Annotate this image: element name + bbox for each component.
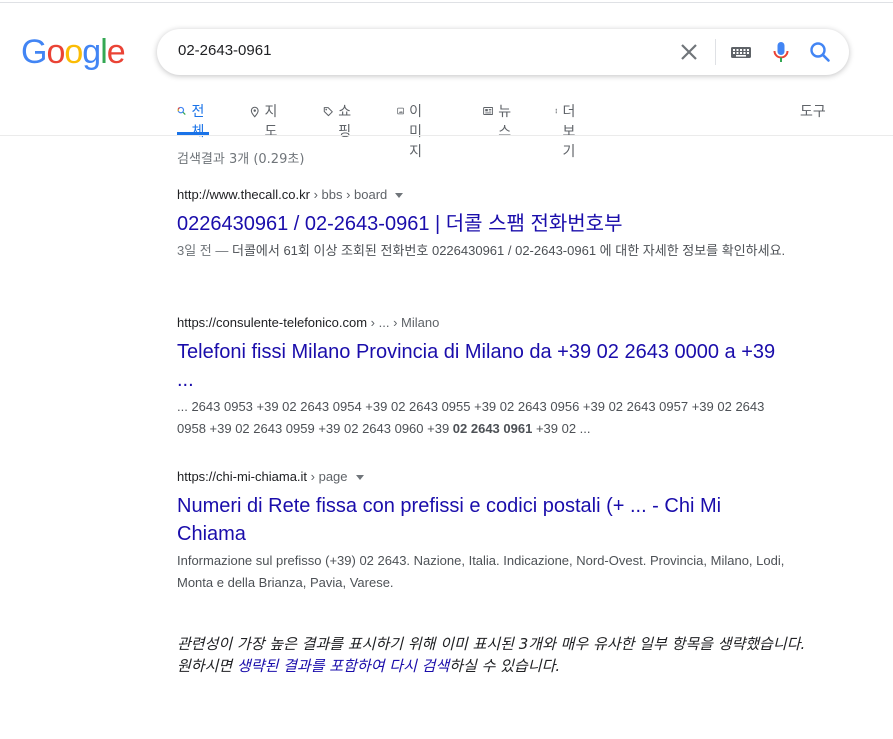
image-icon — [397, 107, 404, 115]
tools-button[interactable]: 도구 — [800, 101, 826, 121]
result-snippet-highlight: 02 2643 0961 — [452, 421, 533, 436]
result-domain: https://chi-mi-chiama.it — [177, 469, 308, 484]
omitted-line-1: 관련성이 가장 높은 결과를 표시하기 위해 이미 표시된 3개와 매우 유사한… — [177, 635, 806, 653]
search-input[interactable]: 02-2643-0961 — [178, 42, 271, 59]
tab-label: 이미지 — [409, 104, 423, 160]
more-vert-icon — [555, 108, 557, 114]
result-snippet: Informazione sul prefisso (+39) 02 2643.… — [177, 553, 785, 590]
tag-icon — [323, 107, 333, 117]
logo-letter: e — [106, 33, 126, 71]
omitted-text: 하실 수 있습니다. — [449, 657, 561, 675]
result-breadcrumb: › bbs › board — [309, 187, 388, 202]
result-snippet: 3일 전 — 더콜에서 61회 이상 조회된 전화번호 0226430961 /… — [177, 240, 787, 262]
search-icon — [177, 106, 186, 115]
microphone-icon[interactable] — [769, 39, 793, 65]
result-domain: http://www.thecall.co.kr — [177, 187, 310, 202]
omitted-results-notice: 관련성이 가장 높은 결과를 표시하기 위해 이미 표시된 3개와 매우 유사한… — [177, 633, 837, 677]
tabs-divider — [0, 135, 893, 136]
result-cite[interactable]: https://consulente-telefonico.com › ... … — [177, 314, 787, 332]
keyboard-icon[interactable] — [729, 41, 753, 63]
searchbox-divider — [715, 39, 716, 65]
tab-maps[interactable]: 지도 — [250, 101, 282, 140]
top-divider — [0, 2, 893, 3]
result-stats: 검색결과 3개 (0.29초) — [177, 152, 305, 167]
logo-letter: o — [64, 33, 83, 71]
omitted-text: 원하시면 — [177, 657, 237, 675]
result-cite[interactable]: https://chi-mi-chiama.it › page — [177, 468, 787, 486]
result-snippet-text: 더콜에서 61회 이상 조회된 전화번호 0226430961 / 02-264… — [232, 243, 786, 258]
result-snippet-text: +39 02 ... — [532, 421, 591, 436]
tab-news[interactable]: 뉴스 — [483, 101, 516, 140]
result-date: 3일 전 — — [177, 243, 232, 258]
repeat-search-link[interactable]: 생략된 결과를 포함하여 다시 검색 — [237, 657, 449, 675]
tab-images[interactable]: 이미지 — [397, 101, 429, 160]
search-box[interactable]: 02-2643-0961 — [157, 29, 849, 75]
search-result: http://www.thecall.co.kr › bbs › board 0… — [177, 186, 787, 262]
search-result: https://consulente-telefonico.com › ... … — [177, 314, 787, 440]
logo-letter: g — [82, 33, 101, 71]
tab-all[interactable]: 전체 — [177, 101, 209, 140]
result-menu-arrow-icon[interactable] — [395, 193, 404, 199]
omitted-line-2: 원하시면 생략된 결과를 포함하여 다시 검색하실 수 있습니다. — [177, 655, 837, 677]
news-icon — [483, 106, 494, 116]
result-breadcrumb: › page — [307, 469, 348, 484]
result-domain: https://consulente-telefonico.com — [177, 315, 368, 330]
tab-more[interactable]: 더보기 — [555, 101, 579, 160]
result-title-link[interactable]: 0226430961 / 02-2643-0961 | 더콜 스팸 전화번호부 — [177, 210, 787, 238]
clear-icon[interactable] — [677, 40, 701, 64]
result-snippet: ... 2643 0953 +39 02 2643 0954 +39 02 26… — [177, 396, 787, 440]
result-menu-arrow-icon[interactable] — [355, 475, 364, 481]
search-icon[interactable] — [807, 39, 833, 65]
google-logo[interactable]: Google — [21, 33, 126, 72]
map-pin-icon — [250, 106, 259, 118]
result-cite[interactable]: http://www.thecall.co.kr › bbs › board — [177, 186, 787, 204]
logo-letter: o — [46, 33, 65, 71]
logo-letter: G — [21, 33, 47, 71]
result-title-link[interactable]: Telefoni fissi Milano Provincia di Milan… — [177, 338, 787, 394]
result-title-link[interactable]: Numeri di Rete fissa con prefissi e codi… — [177, 492, 787, 548]
search-result: https://chi-mi-chiama.it › page Numeri d… — [177, 468, 787, 594]
tab-shopping[interactable]: 쇼핑 — [323, 101, 356, 140]
result-breadcrumb: › ... › Milano — [367, 315, 440, 330]
tab-label: 더보기 — [562, 104, 576, 160]
